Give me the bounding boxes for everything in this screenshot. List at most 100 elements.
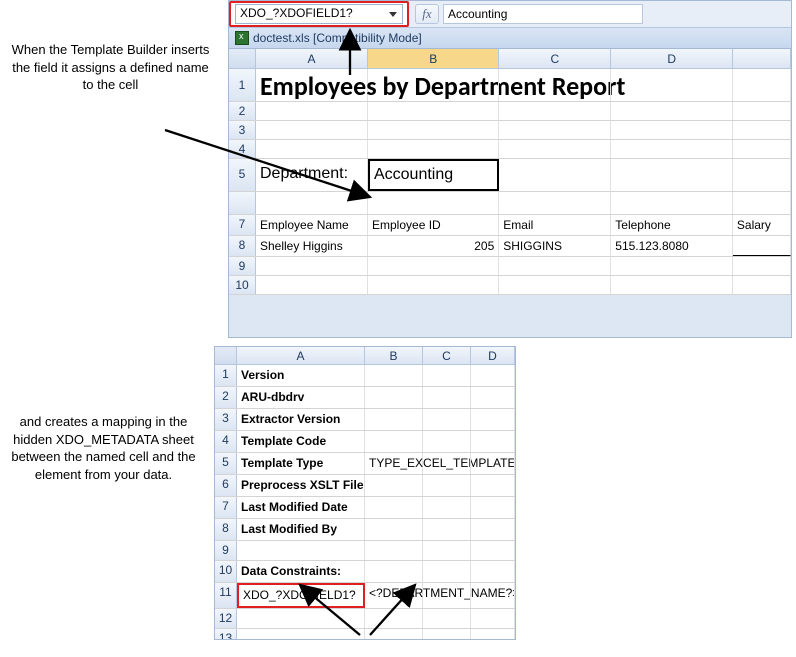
department-value-cell[interactable]: Accounting [368,159,499,191]
cell[interactable] [423,583,471,608]
cell[interactable] [499,140,611,158]
salary-cell[interactable] [733,236,791,256]
cell[interactable] [423,629,471,640]
meta-value-cell[interactable]: TYPE_EXCEL_TEMPLATE [365,453,423,474]
cell[interactable] [423,387,471,408]
row-header[interactable] [229,192,256,214]
cell[interactable] [471,497,515,518]
cell[interactable] [368,69,499,101]
row-header[interactable]: 3 [229,121,256,139]
cell[interactable] [256,276,368,294]
meta-key-cell[interactable]: Last Modified By [237,519,365,540]
cell[interactable] [733,69,791,101]
cell[interactable] [611,159,733,191]
cell[interactable] [256,102,368,120]
cell[interactable] [499,276,611,294]
formula-input[interactable] [443,4,643,24]
cell[interactable] [471,409,515,430]
cell[interactable] [423,475,471,496]
cell[interactable] [423,519,471,540]
cell[interactable] [499,69,611,101]
row-header[interactable]: 4 [229,140,256,158]
cell[interactable] [499,121,611,139]
cell[interactable] [499,102,611,120]
row-header[interactable]: 12 [215,609,237,628]
col-header-d[interactable]: D [611,49,733,68]
cell[interactable] [423,431,471,452]
cell[interactable] [365,475,423,496]
row-header[interactable]: 1 [229,69,256,101]
employee-email-cell[interactable]: SHIGGINS [499,236,611,256]
col-header-c[interactable]: C [499,49,611,68]
cell[interactable] [368,192,499,214]
cell[interactable] [365,561,423,582]
row-header[interactable]: 9 [229,257,256,275]
meta-key-cell[interactable]: Extractor Version [237,409,365,430]
department-label-cell[interactable]: Department: [256,159,368,191]
cell[interactable] [423,365,471,386]
col-header-d[interactable]: D [471,347,515,364]
cell[interactable] [368,140,499,158]
meta-key-cell[interactable]: Template Code [237,431,365,452]
cell[interactable] [423,561,471,582]
col-header-e[interactable] [733,49,791,68]
row-header[interactable]: 2 [215,387,237,408]
row-header[interactable]: 7 [215,497,237,518]
cell[interactable] [423,409,471,430]
cell[interactable] [611,276,733,294]
row-header[interactable]: 10 [229,276,256,294]
cell[interactable] [365,519,423,540]
cell[interactable] [365,409,423,430]
col-header-b[interactable]: B [368,49,499,68]
cell[interactable] [499,159,611,191]
col-header-a[interactable]: A [256,49,368,68]
meta-key-cell[interactable]: ARU-dbdrv [237,387,365,408]
cell[interactable] [733,140,791,158]
cell[interactable] [611,140,733,158]
cell[interactable] [733,102,791,120]
cell[interactable] [423,453,471,474]
cell[interactable] [237,541,365,560]
row-header[interactable]: 2 [229,102,256,120]
meta-key-cell[interactable]: Preprocess XSLT File [237,475,365,496]
row-header[interactable]: 8 [229,236,256,256]
cell[interactable] [471,519,515,540]
cell[interactable] [365,629,423,640]
col-header-c[interactable]: C [423,347,471,364]
row-header[interactable]: 8 [215,519,237,540]
employee-name-cell[interactable]: Shelley Higgins [256,236,368,256]
cell[interactable] [423,497,471,518]
table-header-cell[interactable]: Employee Name [256,215,368,235]
table-header-cell[interactable]: Email [499,215,611,235]
cell[interactable] [365,609,423,628]
cell[interactable] [256,121,368,139]
row-header[interactable]: 13 [215,629,237,640]
table-header-cell[interactable]: Employee ID [368,215,499,235]
cell[interactable] [256,140,368,158]
row-header[interactable]: 11 [215,583,237,608]
fx-icon[interactable]: fx [415,4,439,24]
cell[interactable] [368,276,499,294]
row-header[interactable]: 9 [215,541,237,560]
cell[interactable] [471,453,515,474]
meta-key-cell[interactable]: Version [237,365,365,386]
cell[interactable] [423,541,471,560]
cell[interactable] [611,121,733,139]
cell[interactable] [423,609,471,628]
cell[interactable] [365,387,423,408]
cell[interactable] [256,192,368,214]
cell[interactable] [237,629,365,640]
row-header[interactable]: 6 [215,475,237,496]
cell[interactable] [471,387,515,408]
cell[interactable] [733,159,791,191]
cell[interactable] [368,102,499,120]
row-header[interactable]: 5 [229,159,256,191]
cell[interactable] [365,431,423,452]
report-title-cell[interactable]: Employees by Department Report [256,69,368,101]
select-all-corner[interactable] [229,49,256,68]
cell[interactable] [471,541,515,560]
cell[interactable] [365,365,423,386]
cell[interactable] [611,102,733,120]
cell[interactable] [611,69,733,101]
cell[interactable] [733,121,791,139]
